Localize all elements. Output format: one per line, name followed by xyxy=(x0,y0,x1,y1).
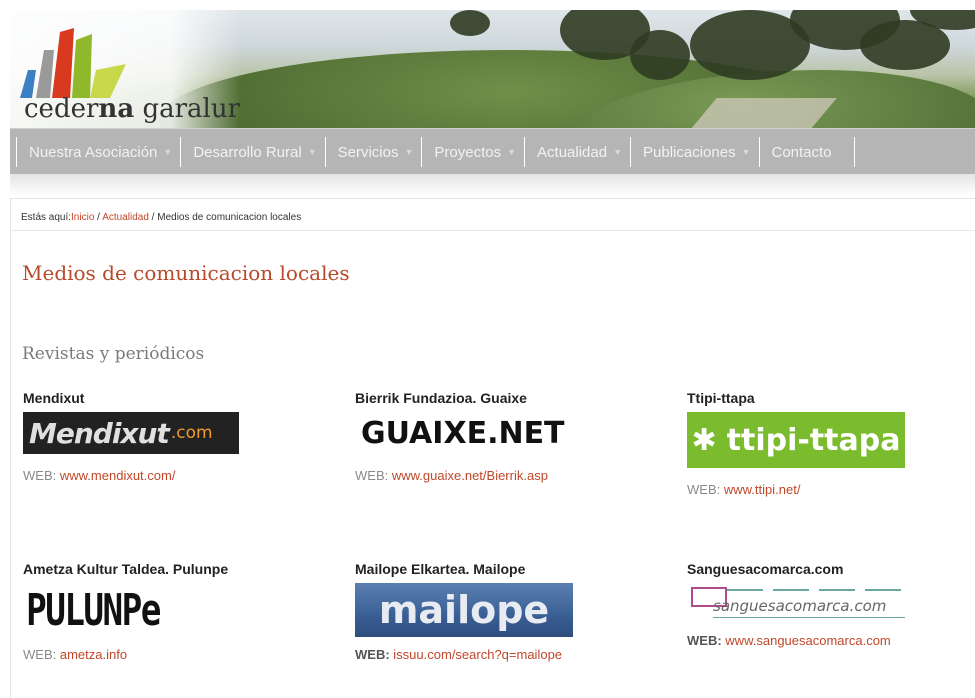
media-item-name: Sanguesacomarca.com xyxy=(687,561,844,577)
web-link-mendixut[interactable]: www.mendixut.com/ xyxy=(60,468,176,483)
breadcrumb-current: Medios de comunicacion locales xyxy=(157,212,302,223)
logo[interactable]: cederna cederna garalur xyxy=(10,10,240,128)
nav-item-label: Contacto xyxy=(771,143,832,161)
pulunpe-logo[interactable]: PULUNPe xyxy=(23,583,161,639)
chevron-down-icon: ▼ xyxy=(741,147,751,157)
tree-leaves-decoration xyxy=(440,10,975,100)
nav-item-contacto[interactable]: Contacto xyxy=(758,137,855,167)
ttipi-ttapa-logo[interactable]: ✱ ttipi-ttapa xyxy=(687,412,905,468)
media-item-ttipi-ttapa: Ttipi-ttapa ✱ ttipi-ttapa WEB: www.ttipi.… xyxy=(687,390,975,497)
nav-item-label: Servicios xyxy=(337,143,399,161)
media-item-web: WEB: issuu.com/search?q=mailope xyxy=(355,647,563,662)
web-link-mailope[interactable]: issuu.com/search?q=mailope xyxy=(393,647,562,662)
media-item-web: WEB: www.guaixe.net/Bierrik.asp xyxy=(355,468,548,483)
chevron-down-icon: ▼ xyxy=(307,147,317,157)
media-item-pulunpe: Ametza Kultur Taldea. Pulunpe PULUNPe WE… xyxy=(23,561,323,662)
guaixe-logo[interactable]: GUAIXE.NET xyxy=(355,412,565,454)
nav-item-label: Publicaciones xyxy=(643,143,736,161)
main-nav: Nuestra Asociación ▼ Desarrollo Rural ▼ Serv… xyxy=(10,128,975,175)
chevron-down-icon: ▼ xyxy=(613,147,623,157)
mailope-logo[interactable]: mailope xyxy=(355,583,573,637)
ttipi-mark-icon: ✱ xyxy=(691,422,717,458)
section-title: Revistas y periódicos xyxy=(22,344,205,364)
nav-item-label: Nuestra Asociación xyxy=(29,143,158,161)
nav-item-label: Proyectos xyxy=(434,143,502,161)
web-link-sanguesa[interactable]: www.sanguesacomarca.com xyxy=(725,633,890,648)
nav-item-desarrollo-rural[interactable]: Desarrollo Rural ▼ xyxy=(180,137,324,167)
nav-item-servicios[interactable]: Servicios ▼ xyxy=(324,137,422,167)
breadcrumb-section-link[interactable]: Actualidad xyxy=(102,212,149,223)
divider xyxy=(11,230,975,231)
chevron-down-icon: ▼ xyxy=(404,147,414,157)
media-item-sanguesa: Sanguesacomarca.com sanguesacomarca.com … xyxy=(687,561,975,648)
chevron-down-icon: ▼ xyxy=(163,147,173,157)
breadcrumb-home-link[interactable]: Inicio xyxy=(71,212,94,223)
page: cederna cederna garalur Nuestra Asociaci… xyxy=(0,0,975,698)
content-area: Estás aquí:Inicio / Actualidad / Medios … xyxy=(10,198,975,698)
logo-text: cederna cederna garalur xyxy=(24,94,241,124)
header-banner: cederna cederna garalur xyxy=(10,10,975,128)
nav-item-actualidad[interactable]: Actualidad ▼ xyxy=(524,137,630,167)
nav-item-label: Actualidad xyxy=(537,143,608,161)
media-item-web: WEB: www.ttipi.net/ xyxy=(687,482,801,497)
logo-mark-icon xyxy=(20,28,126,98)
media-item-name: Ametza Kultur Taldea. Pulunpe xyxy=(23,561,229,577)
web-link-guaixe[interactable]: www.guaixe.net/Bierrik.asp xyxy=(392,468,548,483)
nav-item-publicaciones[interactable]: Publicaciones ▼ xyxy=(630,137,758,167)
chevron-down-icon: ▼ xyxy=(507,147,517,157)
media-item-guaixe: Bierrik Fundazioa. Guaixe GUAIXE.NET WEB… xyxy=(355,390,655,483)
media-item-name: Mendixut xyxy=(23,390,85,406)
nav-item-proyectos[interactable]: Proyectos ▼ xyxy=(421,137,524,167)
nav-item-nuestra-asociacion[interactable]: Nuestra Asociación ▼ xyxy=(16,137,180,167)
page-title: Medios de comunicacion locales xyxy=(22,261,350,285)
media-item-mailope: Mailope Elkartea. Mailope mailope WEB: i… xyxy=(355,561,655,662)
mendixut-logo[interactable]: Mendixut .com xyxy=(23,412,239,454)
nav-item-label: Desarrollo Rural xyxy=(193,143,302,161)
web-link-ametza[interactable]: ametza.info xyxy=(60,647,127,662)
media-item-web: WEB: www.mendixut.com/ xyxy=(23,468,176,483)
web-link-ttipi[interactable]: www.ttipi.net/ xyxy=(724,482,801,497)
media-item-web: WEB: ametza.info xyxy=(23,647,128,662)
media-item-mendixut: Mendixut Mendixut .com WEB: www.mendixut.… xyxy=(23,390,323,483)
media-item-name: Bierrik Fundazioa. Guaixe xyxy=(355,390,527,406)
sanguesa-logo[interactable]: sanguesacomarca.com xyxy=(687,583,907,623)
media-item-web: WEB: www.sanguesacomarca.com xyxy=(687,633,891,648)
media-item-name: Mailope Elkartea. Mailope xyxy=(355,561,526,577)
breadcrumb-prefix: Estás aquí: xyxy=(21,212,72,223)
breadcrumb: Estás aquí:Inicio / Actualidad / Medios … xyxy=(21,212,302,223)
media-item-name: Ttipi-ttapa xyxy=(687,390,755,406)
